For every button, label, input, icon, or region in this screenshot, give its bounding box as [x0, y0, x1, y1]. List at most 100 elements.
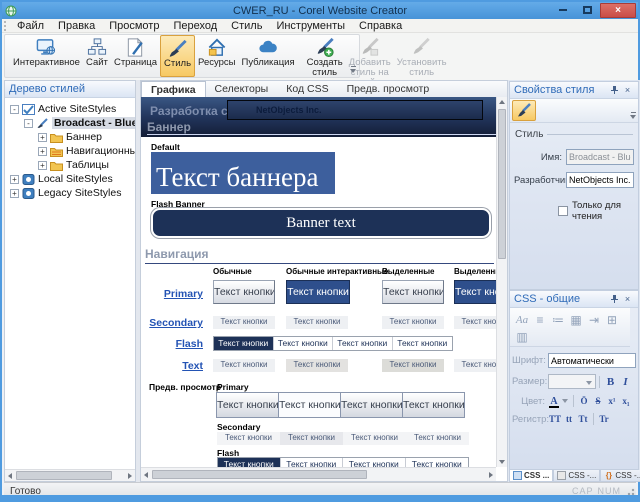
bold-button[interactable]: B [603, 376, 618, 388]
tab-css-code[interactable]: {} CSS -... [600, 470, 640, 482]
tree-item-banner[interactable]: + Баннер [5, 130, 135, 144]
scroll-thumb[interactable] [498, 109, 506, 259]
expander-icon[interactable]: - [10, 105, 19, 114]
font-label: Шрифт: [512, 355, 548, 366]
nav-button-sample: Текст кнопки [454, 280, 496, 304]
border-category-icon[interactable]: ⊞ [603, 311, 621, 328]
expander-icon[interactable]: + [10, 175, 19, 184]
tree-item-legacy-sitestyles[interactable]: + Legacy SiteStyles [5, 186, 135, 200]
scroll-left-icon[interactable] [5, 470, 16, 481]
main-vertical-scrollbar[interactable] [496, 97, 507, 467]
pin-icon[interactable] [608, 84, 621, 96]
page-button[interactable]: Страница [111, 35, 160, 77]
create-style-button[interactable]: Создать стиль [304, 35, 346, 77]
flash-nav-cell: Текст кнопки [274, 337, 334, 350]
site-button[interactable]: Сайт [83, 35, 111, 77]
expander-icon[interactable]: + [38, 161, 47, 170]
style-button[interactable]: Стиль [160, 35, 195, 77]
tree-item-active-sitestyles[interactable]: - Active SiteStyles [5, 102, 135, 116]
smallcaps-button[interactable]: Tr [597, 414, 611, 424]
preview-button: Текст кнопки [402, 392, 465, 418]
list-category-icon[interactable]: ≔ [549, 311, 567, 328]
menu-view[interactable]: Просмотр [102, 19, 166, 33]
size-combo[interactable] [548, 374, 596, 389]
tree-horizontal-scrollbar[interactable] [5, 469, 135, 481]
italic-button[interactable]: I [618, 376, 633, 388]
preview-button: Текст кнопки [280, 432, 343, 445]
tab-selectors[interactable]: Селекторы [206, 81, 278, 97]
assets-button[interactable]: Ресурсы [195, 35, 238, 77]
scroll-up-icon[interactable] [497, 97, 507, 108]
menu-edit[interactable]: Правка [51, 19, 102, 33]
tab-preview[interactable]: Предв. просмотр [338, 81, 439, 97]
tab-css-general[interactable]: CSS ... [509, 470, 553, 482]
titlecase-button[interactable]: Tt [576, 414, 590, 424]
expander-icon[interactable]: + [38, 133, 47, 142]
font-category-icon[interactable]: Aa [513, 311, 531, 328]
menubar-grip[interactable] [4, 21, 7, 31]
tree-item-nav-panels[interactable]: + Навигационные панели [5, 144, 135, 158]
scroll-left-icon[interactable] [141, 469, 152, 480]
preview-button: Текст кнопки [216, 392, 279, 418]
pin-icon[interactable] [608, 293, 621, 305]
nav-row-text-link[interactable]: Text [145, 360, 203, 372]
readonly-checkbox[interactable] [558, 206, 568, 216]
tree-item-broadcast-blue[interactable]: - Broadcast - Blue [5, 116, 135, 130]
set-style-button[interactable]: Установить стиль [394, 35, 450, 77]
expander-icon[interactable]: + [38, 147, 47, 156]
nav-button-sample: Текст кнопки [382, 280, 444, 304]
font-color-button[interactable]: A [548, 396, 560, 407]
font-field[interactable] [548, 353, 636, 368]
subscript-button[interactable]: x₁ [619, 396, 633, 406]
scroll-right-icon[interactable] [124, 470, 135, 481]
close-button[interactable]: × [600, 3, 636, 18]
tree-item-tables[interactable]: + Таблицы [5, 158, 135, 172]
paragraph-category-icon[interactable]: ≡ [531, 311, 549, 328]
scroll-thumb[interactable] [16, 471, 112, 480]
color-dropdown-icon[interactable] [562, 399, 568, 403]
uppercase-button[interactable]: TT [548, 414, 562, 424]
minimize-button[interactable] [550, 3, 575, 18]
strikethrough-button[interactable]: S [591, 396, 605, 406]
main-horizontal-scrollbar[interactable] [141, 467, 496, 481]
close-panel-icon[interactable]: × [621, 293, 634, 305]
indent-category-icon[interactable]: ⇥ [585, 311, 603, 328]
house-icon [206, 37, 228, 58]
monitor-icon [35, 37, 57, 58]
menu-help[interactable]: Справка [352, 19, 409, 33]
menu-go[interactable]: Переход [166, 19, 224, 33]
toolbar-overflow-icon[interactable] [350, 66, 357, 74]
close-panel-icon[interactable]: × [621, 84, 634, 96]
menu-style[interactable]: Стиль [224, 19, 269, 33]
tab-css-list[interactable]: CSS -... [553, 470, 600, 482]
style-properties-toolbar [510, 99, 638, 123]
menu-file[interactable]: Файл [10, 19, 51, 33]
lowercase-button[interactable]: tt [562, 414, 576, 424]
developer-field[interactable] [566, 172, 634, 188]
menu-tools[interactable]: Инструменты [269, 19, 352, 33]
layout-category-icon[interactable]: ▥ [513, 328, 531, 345]
panel-toolbar-overflow-icon[interactable] [630, 112, 637, 120]
background-category-icon[interactable]: ▦ [567, 311, 585, 328]
maximize-button[interactable] [575, 3, 600, 18]
overline-button[interactable]: Ō [577, 396, 591, 406]
tab-css-code[interactable]: Код CSS [277, 81, 337, 97]
right-dock-tabs: CSS ... CSS -... {} CSS -... [509, 470, 639, 482]
tab-graphics[interactable]: Графика [141, 81, 206, 97]
publish-button[interactable]: Публикация [239, 35, 298, 77]
nav-button-sample: Текст кнопки [382, 316, 444, 329]
expander-icon[interactable]: + [10, 189, 19, 198]
nav-row-primary-link[interactable]: Primary [145, 288, 203, 300]
scroll-down-icon[interactable] [497, 456, 507, 467]
name-field[interactable] [566, 149, 634, 165]
site-map-icon [86, 37, 108, 58]
scroll-right-icon[interactable] [485, 469, 496, 480]
interactive-button[interactable]: Интерактивное [10, 35, 83, 77]
nav-row-secondary-link[interactable]: Secondary [145, 317, 203, 329]
tree-item-local-sitestyles[interactable]: + Local SiteStyles [5, 172, 135, 186]
nav-row-flash-link[interactable]: Flash [145, 338, 203, 350]
style-properties-brush-button[interactable] [512, 100, 536, 121]
expander-icon[interactable]: - [24, 119, 33, 128]
superscript-button[interactable]: x¹ [605, 396, 619, 406]
scroll-thumb[interactable] [152, 470, 367, 479]
